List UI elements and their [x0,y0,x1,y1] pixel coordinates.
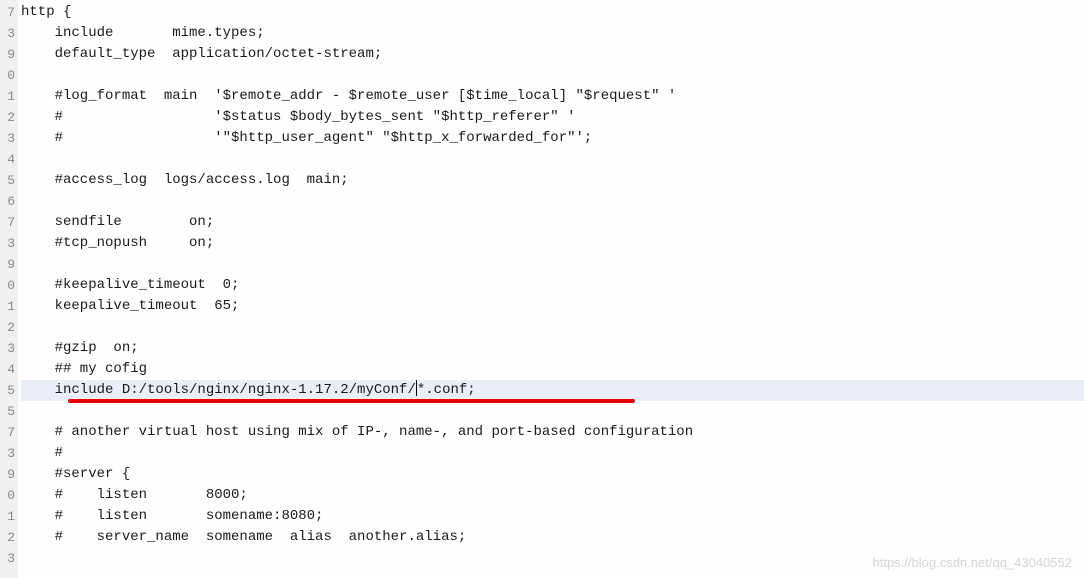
code-line[interactable]: http { [21,2,1084,23]
code-editor: 7 3 9 0 1 2 3 4 5 6 7 3 9 0 1 2 3 4 5 5 … [0,0,1084,578]
code-line[interactable]: sendfile on; [21,212,1084,233]
annotation-underline [68,399,635,403]
line-number-gutter: 7 3 9 0 1 2 3 4 5 6 7 3 9 0 1 2 3 4 5 5 … [0,0,18,578]
text-cursor [416,380,417,396]
gutter-number: 1 [0,506,18,527]
gutter-number: 9 [0,44,18,65]
code-line[interactable]: #access_log logs/access.log main; [21,170,1084,191]
code-line[interactable]: #log_format main '$remote_addr - $remote… [21,86,1084,107]
code-text: include D:/tools/nginx/nginx-1.17.2/myCo… [21,382,416,398]
code-line[interactable] [21,317,1084,338]
code-line[interactable] [21,65,1084,86]
gutter-number: 6 [0,191,18,212]
gutter-number: 3 [0,338,18,359]
gutter-number: 2 [0,317,18,338]
code-line[interactable]: # server_name somename alias another.ali… [21,527,1084,548]
gutter-number: 3 [0,548,18,569]
code-line-highlighted[interactable]: include D:/tools/nginx/nginx-1.17.2/myCo… [21,380,1084,401]
code-area[interactable]: http { include mime.types; default_type … [18,0,1084,578]
code-line[interactable]: #gzip on; [21,338,1084,359]
code-line[interactable]: # [21,443,1084,464]
code-line[interactable]: # '"$http_user_agent" "$http_x_forwarded… [21,128,1084,149]
gutter-number: 3 [0,443,18,464]
gutter-number: 3 [0,128,18,149]
code-line[interactable]: keepalive_timeout 65; [21,296,1084,317]
gutter-number: 3 [0,23,18,44]
code-line[interactable]: ## my cofig [21,359,1084,380]
gutter-number: 5 [0,380,18,401]
gutter-number: 7 [0,212,18,233]
code-line[interactable]: # another virtual host using mix of IP-,… [21,422,1084,443]
gutter-number: 1 [0,296,18,317]
gutter-number: 3 [0,233,18,254]
code-line[interactable] [21,149,1084,170]
gutter-number: 2 [0,107,18,128]
code-line[interactable] [21,401,1084,422]
gutter-number: 0 [0,275,18,296]
gutter-number: 9 [0,464,18,485]
code-text: *.conf; [417,382,476,398]
gutter-number: 9 [0,254,18,275]
gutter-number: 7 [0,422,18,443]
code-line[interactable]: include mime.types; [21,23,1084,44]
code-line[interactable]: # '$status $body_bytes_sent "$http_refer… [21,107,1084,128]
code-line[interactable]: # listen somename:8080; [21,506,1084,527]
gutter-number: 2 [0,527,18,548]
gutter-number: 0 [0,65,18,86]
gutter-number: 1 [0,86,18,107]
code-line[interactable]: #server { [21,464,1084,485]
gutter-number: 5 [0,401,18,422]
watermark-text: https://blog.csdn.net/qq_43040552 [873,555,1073,570]
gutter-number: 5 [0,170,18,191]
code-line[interactable]: default_type application/octet-stream; [21,44,1084,65]
gutter-number: 0 [0,485,18,506]
code-line[interactable]: # listen 8000; [21,485,1084,506]
code-line[interactable] [21,191,1084,212]
gutter-number: 4 [0,149,18,170]
gutter-number: 7 [0,2,18,23]
gutter-number: 4 [0,359,18,380]
code-line[interactable]: #keepalive_timeout 0; [21,275,1084,296]
code-line[interactable]: #tcp_nopush on; [21,233,1084,254]
code-line[interactable] [21,254,1084,275]
